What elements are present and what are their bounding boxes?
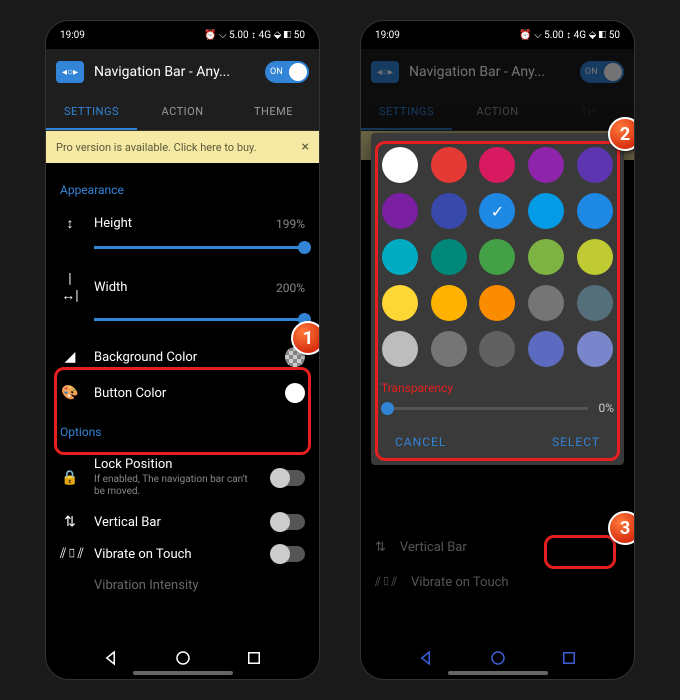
bgcolor-icon: ◢ <box>60 349 80 365</box>
status-right: ⏰ ⌵ 5.00 ↕ 4G ⬙ ◧ 50 <box>519 30 620 41</box>
app-icon: ◂○▸ <box>371 61 399 83</box>
banner-text: Pro version is available. Click here to … <box>56 141 257 154</box>
vibrate-switch[interactable] <box>271 546 305 562</box>
row-width[interactable]: |↔| Width 200% <box>60 263 305 312</box>
vibrate-icon: ⫽▯⫽ <box>60 546 80 562</box>
tabs: SETTINGS ACTION THEME <box>46 95 319 131</box>
tab-theme[interactable]: THEME <box>228 95 319 130</box>
height-icon: ↕ <box>60 215 80 232</box>
pro-banner[interactable]: Pro version is available. Click here to … <box>46 131 319 163</box>
app-title: Navigation Bar - Any... <box>409 64 570 80</box>
step-badge-1: 1 <box>291 321 320 355</box>
lock-icon: 🔒 <box>60 470 80 486</box>
banner-close-icon[interactable]: × <box>302 139 309 155</box>
nav-home-icon[interactable] <box>174 649 192 667</box>
tab-settings[interactable]: SETTINGS <box>361 95 452 130</box>
phone-screenshot-1: 19:09 ⏰ ⌵ 5.00 ↕ 4G ⬙ ◧ 50 ◂○▸ Navigatio… <box>45 20 320 680</box>
section-appearance: Appearance <box>60 183 305 197</box>
app-icon: ◂○▸ <box>56 61 84 83</box>
highlight-colors <box>54 367 311 455</box>
row-vertical[interactable]: ⇅ Vertical Bar <box>60 506 305 538</box>
highlight-grid <box>375 141 620 461</box>
phone-screenshot-2: 19:09 ⏰ ⌵ 5.00 ↕ 4G ⬙ ◧ 50 ◂○▸ Navigatio… <box>360 20 635 680</box>
tab-settings[interactable]: SETTINGS <box>46 95 137 130</box>
status-time: 19:09 <box>375 30 400 41</box>
status-right: ⏰ ⌵ 5.00 ↕ 4G ⬙ ◧ 50 <box>204 30 305 41</box>
nav-back-icon[interactable] <box>103 649 121 667</box>
tab-action[interactable]: ACTION <box>452 95 543 130</box>
highlight-select <box>544 535 616 569</box>
vertical-icon: ⇅ <box>60 514 80 530</box>
appbar: ◂○▸ Navigation Bar - Any... ON <box>46 49 319 95</box>
navbar <box>46 649 319 667</box>
row-vibrate[interactable]: ⫽▯⫽ Vibrate on Touch <box>60 538 305 570</box>
navbar <box>361 649 634 667</box>
nav-recent-icon[interactable] <box>560 649 578 667</box>
tab-action[interactable]: ACTION <box>137 95 228 130</box>
width-icon: |↔| <box>60 271 80 304</box>
nav-recent-icon[interactable] <box>245 649 263 667</box>
statusbar: 19:09 ⏰ ⌵ 5.00 ↕ 4G ⬙ ◧ 50 <box>361 21 634 49</box>
statusbar: 19:09 ⏰ ⌵ 5.00 ↕ 4G ⬙ ◧ 50 <box>46 21 319 49</box>
nav-back-icon[interactable] <box>418 649 436 667</box>
row-height[interactable]: ↕ Height 199% <box>60 207 305 240</box>
width-slider[interactable] <box>94 318 305 321</box>
height-slider[interactable] <box>94 246 305 249</box>
step-badge-2: 2 <box>608 117 635 151</box>
status-time: 19:09 <box>60 30 85 41</box>
vertical-switch[interactable] <box>271 514 305 530</box>
tabs: SETTINGS ACTION TH <box>361 95 634 131</box>
nav-home-icon[interactable] <box>489 649 507 667</box>
master-toggle[interactable]: ON <box>580 61 624 83</box>
row-lock[interactable]: 🔒 Lock Position If enabled, The navigati… <box>60 449 305 506</box>
master-toggle[interactable]: ON <box>265 61 309 83</box>
ghost-vibrate: ⫽▯⫽Vibrate on Touch <box>375 565 620 600</box>
appbar: ◂○▸ Navigation Bar - Any... ON <box>361 49 634 95</box>
row-vibint: Vibration Intensity <box>60 570 305 601</box>
gesture-pill <box>448 671 548 675</box>
app-title: Navigation Bar - Any... <box>94 64 255 80</box>
lock-switch[interactable] <box>271 470 305 486</box>
gesture-pill <box>133 671 233 675</box>
step-badge-3: 3 <box>608 511 635 545</box>
